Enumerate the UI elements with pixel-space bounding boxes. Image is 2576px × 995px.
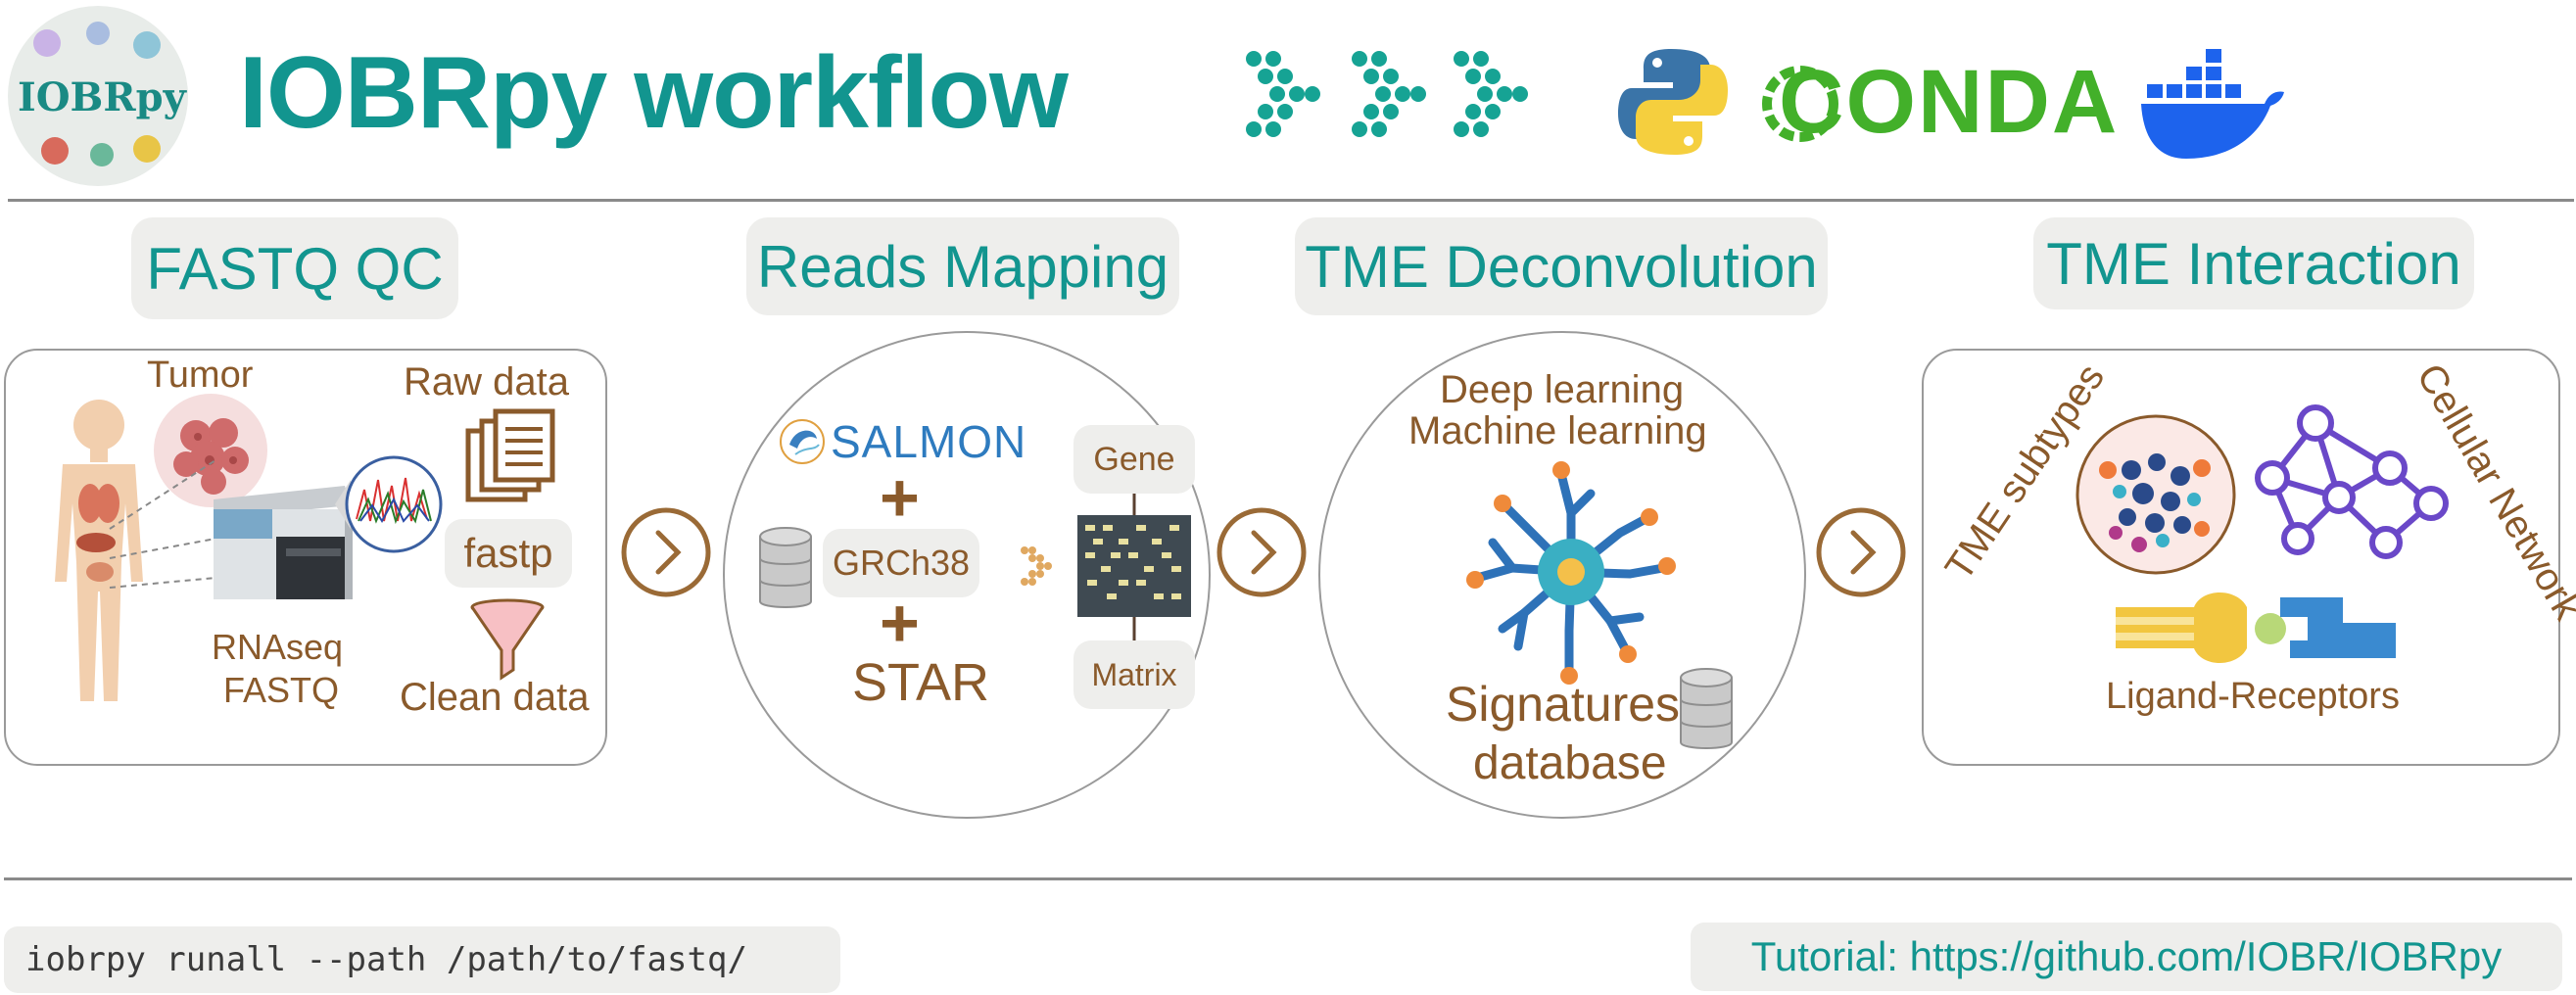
plus-sign-1: + <box>880 459 920 536</box>
neuron-cell-icon <box>1466 461 1676 685</box>
conda-logo-text: CONDA <box>1779 52 2120 152</box>
fastp-pill: fastp <box>445 519 572 588</box>
chromatogram-icon <box>335 455 443 553</box>
gene-label: Gene <box>1093 440 1175 478</box>
deep-learning-label: Deep learning <box>1440 368 1685 411</box>
ligand-receptor-icon <box>2116 592 2396 663</box>
matrix-pill: Matrix <box>1073 640 1195 709</box>
salmon-logo-icon <box>780 419 825 464</box>
database-icon <box>1680 668 1733 749</box>
step-pill-reads-mapping: Reads Mapping <box>746 217 1179 315</box>
docker-logo-icon <box>2141 49 2284 159</box>
chevron-arrows-icon <box>1246 51 1528 137</box>
step-pill-tme-interaction: TME Interaction <box>2033 217 2474 309</box>
ligand-receptors-label: Ligand-Receptors <box>2106 676 2400 717</box>
python-logo-icon <box>1618 49 1728 155</box>
rnaseq-label-line1: RNAseq <box>212 627 344 667</box>
step-label: TME Interaction <box>2046 230 2461 297</box>
salmon-label: SALMON <box>831 416 1027 467</box>
grch38-label: GRCh38 <box>832 543 971 583</box>
small-chevron-icon <box>1021 546 1052 586</box>
step-label: Reads Mapping <box>756 233 1169 300</box>
matrix-label: Matrix <box>1091 656 1177 692</box>
step-pill-tme-deconvolution: TME Deconvolution <box>1295 217 1828 315</box>
dashed-pointer-lines <box>109 459 216 589</box>
star-label: STAR <box>852 653 990 712</box>
header-divider <box>8 199 2574 202</box>
tme-cluster-icon <box>2075 414 2236 575</box>
expression-matrix-icon <box>1077 494 1191 640</box>
gene-pill: Gene <box>1073 425 1195 494</box>
clean-data-label: Clean data <box>400 676 590 719</box>
page-title: IOBRpy workflow <box>239 36 1069 150</box>
plus-sign-2: + <box>880 585 920 661</box>
signatures-label: Signatures <box>1446 677 1681 732</box>
command-box[interactable]: iobrpy runall --path /path/to/fastq/ <box>4 926 840 993</box>
documents-icon <box>465 408 555 502</box>
logo-badge: IOBRpy <box>8 6 188 186</box>
next-step-arrow-icon <box>1216 507 1307 597</box>
cellular-network-icon <box>2255 404 2449 559</box>
database-label: database <box>1473 737 1667 789</box>
tumor-label: Tumor <box>147 355 254 396</box>
tutorial-link[interactable]: Tutorial: https://github.com/IOBR/IOBRpy <box>1751 933 2502 980</box>
command-text: iobrpy runall --path /path/to/fastq/ <box>25 940 747 979</box>
next-step-arrow-icon <box>1816 507 1906 597</box>
database-icon <box>759 527 812 608</box>
step-label: TME Deconvolution <box>1305 233 1818 300</box>
tutorial-box[interactable]: Tutorial: https://github.com/IOBR/IOBRpy <box>1691 923 2562 991</box>
raw-data-label: Raw data <box>404 360 569 403</box>
funnel-icon <box>470 598 545 681</box>
rnaseq-label-line2: FASTQ <box>223 670 340 710</box>
footer-divider <box>4 877 2572 880</box>
machine-learning-label: Machine learning <box>1408 409 1707 452</box>
logo-text: IOBRpy <box>18 74 186 120</box>
next-step-arrow-icon <box>621 507 711 597</box>
step-pill-fastq-qc: FASTQ QC <box>131 217 458 319</box>
step-label: FASTQ QC <box>146 235 444 302</box>
fastp-label: fastp <box>463 530 553 576</box>
